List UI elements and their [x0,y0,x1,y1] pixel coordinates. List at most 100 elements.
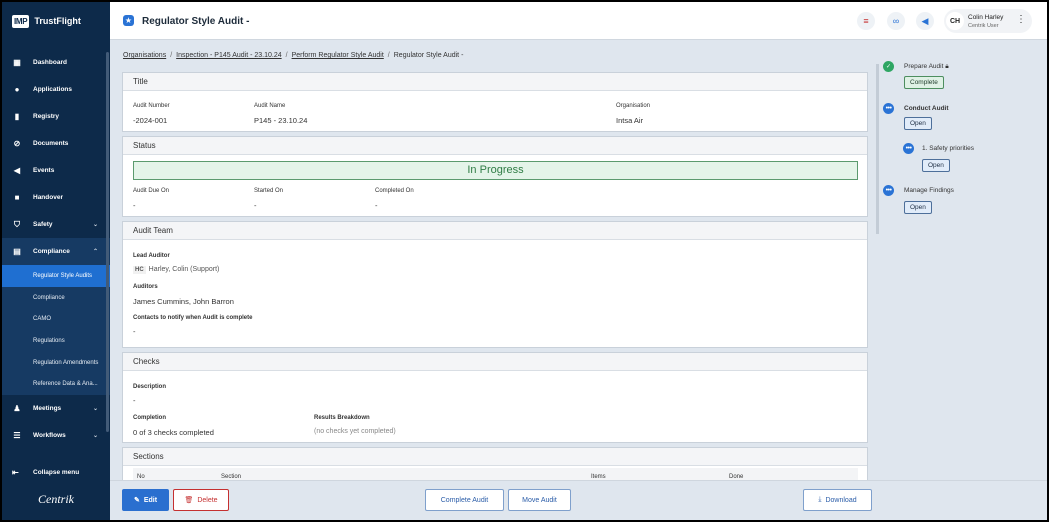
sidebar-item-compliance[interactable]: ▤ Compliance ⌃ [2,238,110,265]
lock-icon: 🔒︎ [945,63,949,70]
sidebar-subitem-regulation-amendments[interactable]: Regulation Amendments [2,352,110,374]
audit-name-label: Audit Name [254,103,286,109]
audit-name: P145 - 23.10.24 [254,116,308,125]
chevron-down-icon: ⌄ [92,222,98,228]
description-label: Description [133,384,167,390]
contacts: - [133,327,136,336]
open-button[interactable]: Open [904,117,932,130]
clipboard-icon: ▤ [13,247,21,256]
completed-label: Completed On [375,188,414,194]
breadcrumb-perform-audit[interactable]: Perform Regulator Style Audit [292,52,384,59]
card-heading: Audit Team [123,222,867,240]
in-progress-icon: ••• [903,143,914,154]
sidebar-item-applications[interactable]: ● Applications [2,76,110,103]
sidebar-item-dashboard[interactable]: ▦ Dashboard [2,49,110,76]
delete-button[interactable]: 🗑︎ Delete [173,489,229,511]
open-button[interactable]: Open [922,159,950,172]
sidebar-item-label: Documents [33,140,69,147]
step-label: 1. Safety priorities [922,145,975,152]
action-bar: ✎ Edit 🗑︎ Delete Complete Audit Move Aud… [110,480,1047,520]
app-frame: IMP TrustFlight ▦ Dashboard ● Applicatio… [2,2,1047,520]
organisation-label: Organisation [616,103,651,109]
breadcrumb-organisations[interactable]: Organisations [123,52,166,59]
workflow-icon: ☰ [13,431,21,441]
status-card: Status In Progress Audit Due On - Starte… [122,136,868,217]
sidebar-scrollbar[interactable] [106,52,109,432]
sidebar-subitem-regulator-style-audits[interactable]: Regulator Style Audits [2,265,110,287]
lead-auditor: HC Harley, Colin (Support) [133,266,219,274]
open-button[interactable]: Open [904,201,932,214]
download-button[interactable]: ⤓ Download [803,489,872,511]
user-role: Centrik User [968,23,999,29]
audit-team-card: Audit Team Lead Auditor HC Harley, Colin … [122,221,868,348]
card-heading: Sections [123,448,867,466]
avatar: CH [946,12,964,30]
complete-button[interactable]: Complete [904,76,944,89]
person-icon: ● [14,85,20,94]
centrik-logo: Centrik [38,492,74,506]
sidebar-item-safety[interactable]: ⛉ Safety ⌄ [2,211,110,238]
completed-value: - [375,201,378,210]
collapse-menu-button[interactable]: ⇤ Collapse menu [2,463,110,481]
breadcrumb-inspection[interactable]: Inspection - P145 Audit - 23.10.24 [176,52,281,59]
more-vertical-icon[interactable]: ⋮ [1016,14,1026,25]
sidebar: IMP TrustFlight ▦ Dashboard ● Applicatio… [2,2,110,520]
megaphone-icon[interactable]: ◀ [916,12,934,30]
brand[interactable]: IMP TrustFlight [2,2,110,40]
sidebar-nav: ▦ Dashboard ● Applications ▮ Registry ⊘ … [2,49,110,449]
chevron-up-icon: ⌃ [92,249,98,255]
description: - [133,396,136,405]
steps-scrollbar[interactable] [876,64,879,234]
lead-auditor-name: Harley, Colin (Support) [148,266,220,273]
audit-number: -2024-001 [133,116,168,125]
sidebar-item-events[interactable]: ◀ Events [2,157,110,184]
compliance-subnav: Regulator Style Audits Compliance CAMO R… [2,265,110,396]
sidebar-subitem-compliance[interactable]: Compliance [2,287,110,309]
sidebar-item-label: Meetings [33,405,62,413]
chevron-down-icon: ⌄ [92,406,98,413]
sidebar-subitem-regulations[interactable]: Regulations [2,330,110,352]
sidebar-item-label: Safety [33,221,53,228]
brand-logo: IMP [12,14,30,28]
breadcrumb-current: Regulator Style Audit - [393,52,464,59]
collapse-icon: ⇤ [12,467,19,477]
dashboard-icon: ▦ [13,58,21,67]
sidebar-item-registry[interactable]: ▮ Registry [2,103,110,130]
sidebar-item-label: Handover [33,194,63,201]
due-label: Audit Due On [133,188,170,194]
move-audit-button[interactable]: Move Audit [508,489,571,511]
complete-audit-button[interactable]: Complete Audit [425,489,504,511]
sidebar-item-meetings[interactable]: ♟ Meetings ⌄ [2,395,110,422]
edit-icon: ✎ [133,497,140,504]
contacts-label: Contacts to notify when Audit is complet… [133,315,253,321]
auditors-label: Auditors [133,284,158,290]
page-title: Regulator Style Audit - [142,16,250,27]
completion-label: Completion [133,415,166,421]
status-badge: In Progress [133,161,858,180]
edit-button[interactable]: ✎ Edit [122,489,169,511]
user-menu[interactable]: CH Colin Harley Centrik User ⋮ [944,9,1032,33]
sidebar-subitem-reference-data[interactable]: Reference Data & Ana... [2,373,110,395]
database-icon[interactable]: ≡ [857,12,875,30]
collapse-label: Collapse menu [33,468,80,476]
brand-name: TrustFlight [34,16,81,26]
link-icon[interactable]: ∞ [887,12,905,30]
in-progress-icon: ••• [883,185,894,196]
sidebar-subitem-camo[interactable]: CAMO [2,308,110,330]
main-content: Title Audit Number -2024-001 Audit Name … [122,72,868,480]
results-breakdown: (no checks yet completed) [314,428,396,435]
results-breakdown-label: Results Breakdown [314,415,370,421]
card-heading: Status [123,137,867,155]
sections-table-header: No Section Items Done [133,468,858,480]
card-heading: Checks [123,353,867,371]
check-icon: ✓ [883,61,894,72]
user-name: Colin Harley [968,14,1004,21]
due-value: - [133,201,136,210]
sidebar-item-handover[interactable]: ■ Handover [2,184,110,211]
meeting-icon: ♟ [13,404,21,414]
sidebar-item-documents[interactable]: ⊘ Documents [2,130,110,157]
sidebar-item-label: Compliance [33,248,70,255]
download-icon: ⤓ [818,496,822,503]
sidebar-item-workflows[interactable]: ☰ Workflows ⌄ [2,422,110,449]
trash-icon: 🗑︎ [184,497,194,504]
